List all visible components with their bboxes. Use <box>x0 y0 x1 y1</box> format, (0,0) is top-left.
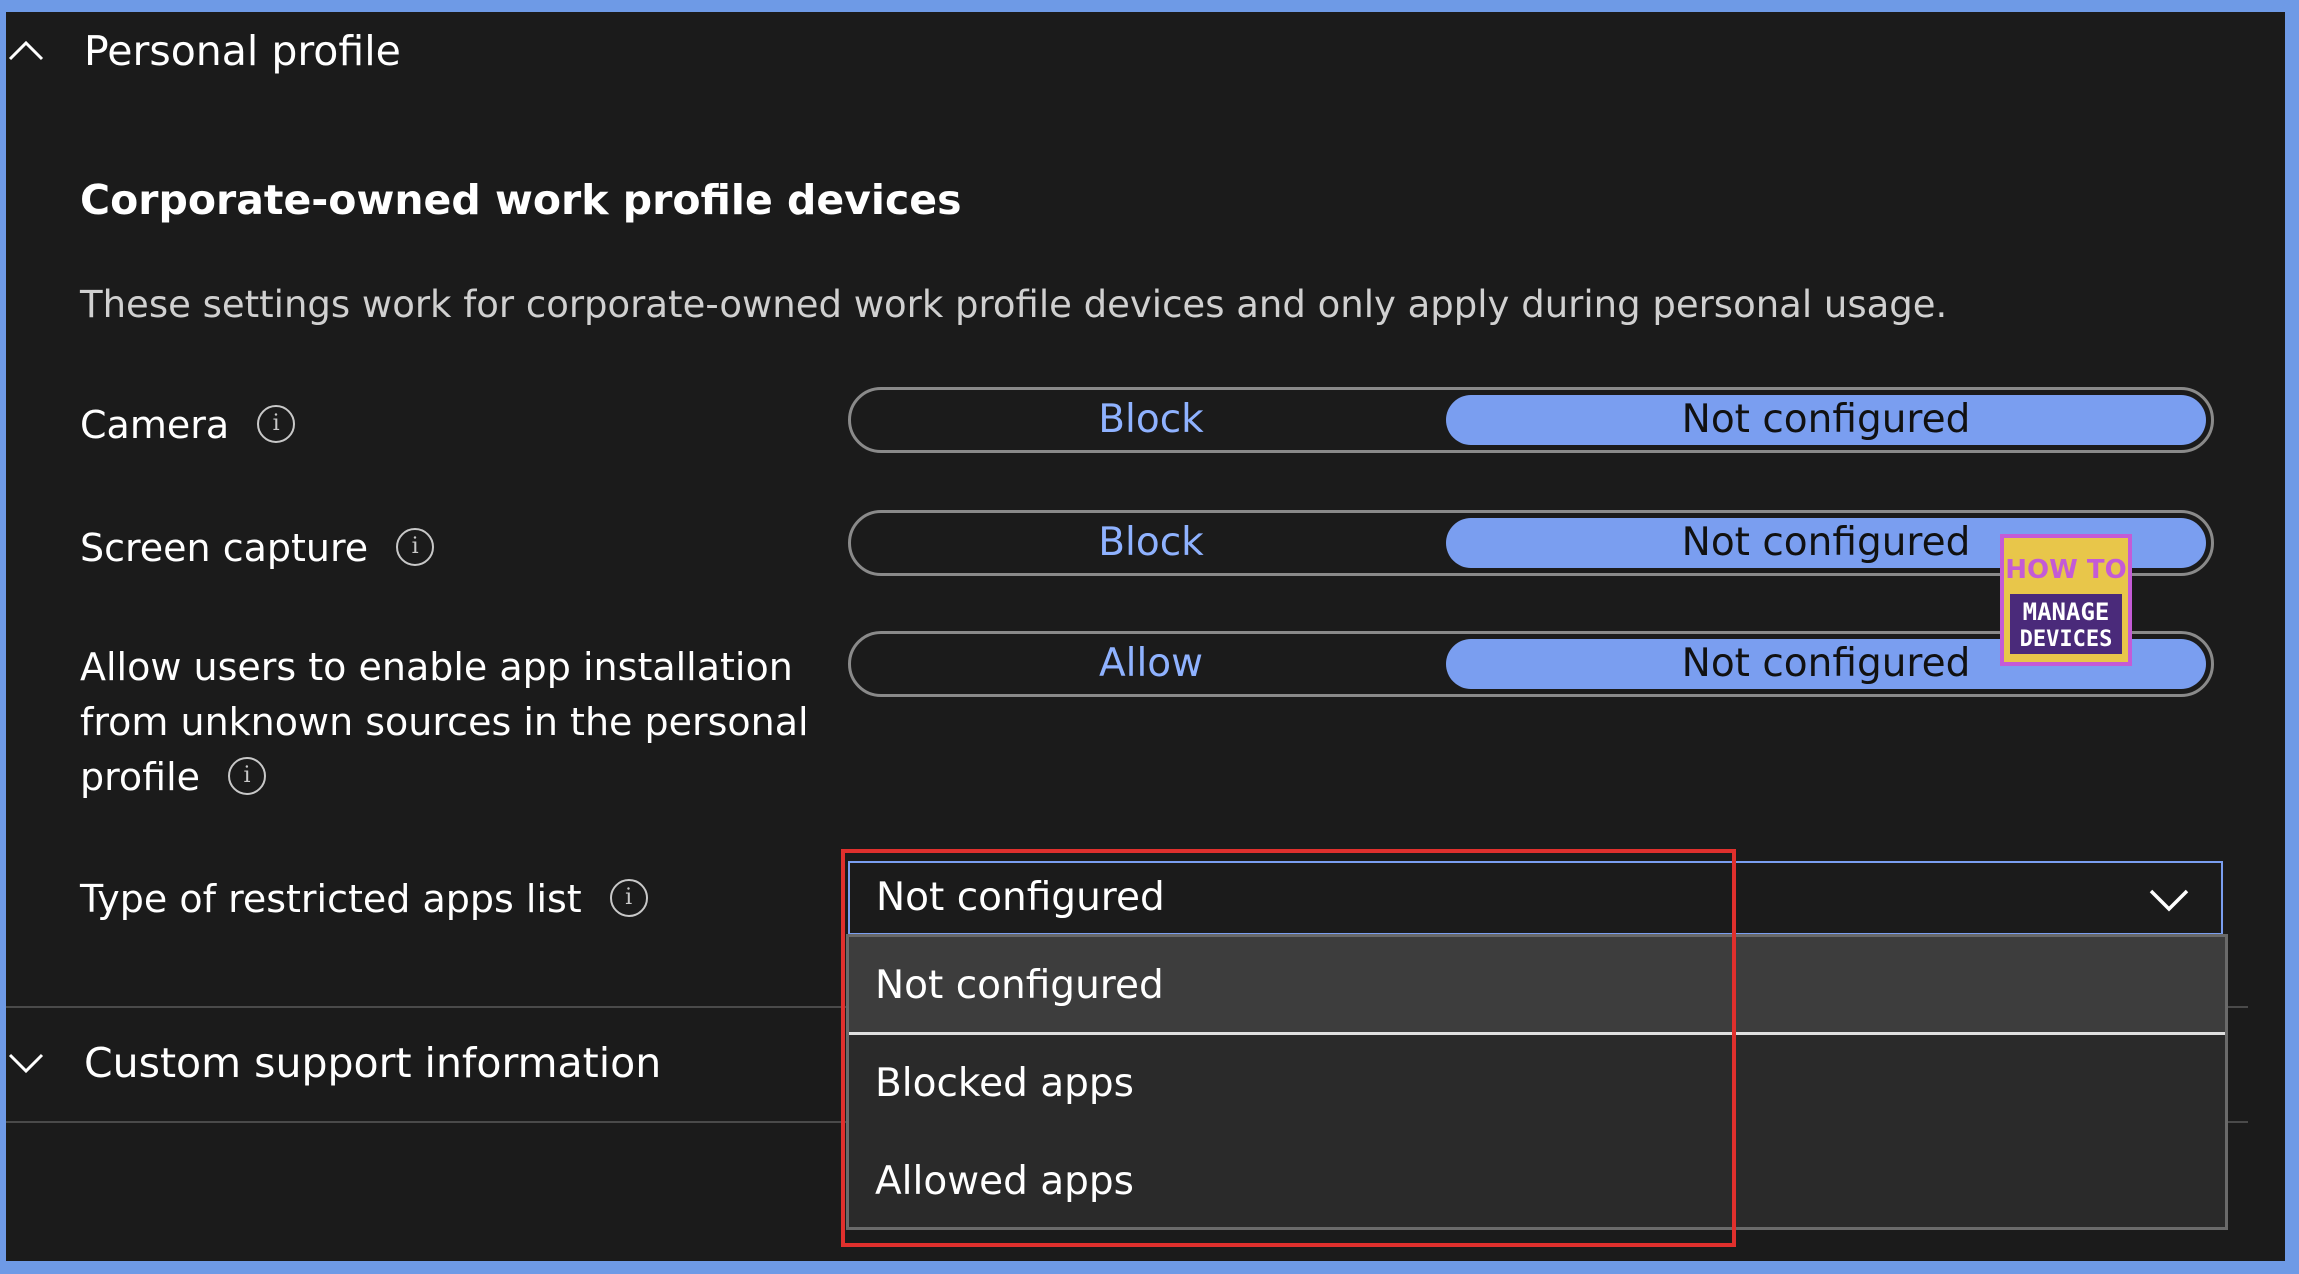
camera-option-not-configured[interactable]: Not configured <box>1446 395 2206 445</box>
restricted-apps-dropdown-value: Not configured <box>876 875 1165 920</box>
screen-capture-option-block[interactable]: Block <box>851 513 1451 573</box>
section-header-custom-support[interactable]: Custom support information <box>8 1036 661 1090</box>
camera-toggle: Block Not configured <box>848 387 2214 453</box>
how-to-manage-devices-logo: HOW TO MANAGE DEVICES <box>2000 534 2132 666</box>
logo-line1: HOW TO <box>2005 555 2126 585</box>
info-icon[interactable]: i <box>228 756 267 795</box>
logo-line2: MANAGE <box>2023 598 2110 626</box>
info-icon[interactable]: i <box>609 878 648 917</box>
restricted-apps-dropdown-menu: Not configured Blocked apps Allowed apps <box>846 934 2228 1230</box>
divider <box>2228 1121 2248 1123</box>
camera-label-row: Camera i <box>80 398 296 453</box>
chevron-down-icon <box>8 1053 44 1074</box>
logo-line3: DEVICES <box>2020 627 2113 652</box>
unknown-sources-option-allow[interactable]: Allow <box>851 634 1451 694</box>
restricted-apps-label-row: Type of restricted apps list i <box>80 872 648 927</box>
section-header-personal-profile[interactable]: Personal profile <box>8 24 401 78</box>
divider <box>6 1121 846 1123</box>
section-title-personal-profile: Personal profile <box>84 27 401 75</box>
info-icon[interactable]: i <box>396 527 435 566</box>
unknown-sources-label-block: Allow users to enable app installation f… <box>80 640 809 805</box>
info-icon[interactable]: i <box>257 404 296 443</box>
dropdown-option-not-configured[interactable]: Not configured <box>849 937 2225 1035</box>
divider <box>6 1006 846 1008</box>
section-description: These settings work for corporate-owned … <box>80 283 1948 326</box>
camera-label: Camera <box>80 403 230 447</box>
dropdown-option-allowed-apps[interactable]: Allowed apps <box>849 1133 2225 1231</box>
unknown-sources-label-line1: Allow users to enable app installation <box>80 645 793 689</box>
chevron-down-icon[interactable] <box>2147 877 2191 921</box>
screen-capture-label-row: Screen capture i <box>80 521 435 576</box>
section-title-custom-support: Custom support information <box>84 1039 662 1087</box>
camera-option-block[interactable]: Block <box>851 390 1451 450</box>
subheading-corporate-owned: Corporate-owned work profile devices <box>80 176 962 224</box>
restricted-apps-label: Type of restricted apps list <box>80 877 582 921</box>
unknown-sources-label-line2: from unknown sources in the personal <box>80 700 809 744</box>
screen-capture-label: Screen capture <box>80 526 369 570</box>
unknown-sources-label-line3: profile <box>80 755 201 799</box>
dropdown-option-blocked-apps[interactable]: Blocked apps <box>849 1035 2225 1133</box>
divider <box>2228 1006 2248 1008</box>
chevron-up-icon <box>8 40 44 61</box>
restricted-apps-dropdown[interactable]: Not configured <box>848 861 2223 935</box>
